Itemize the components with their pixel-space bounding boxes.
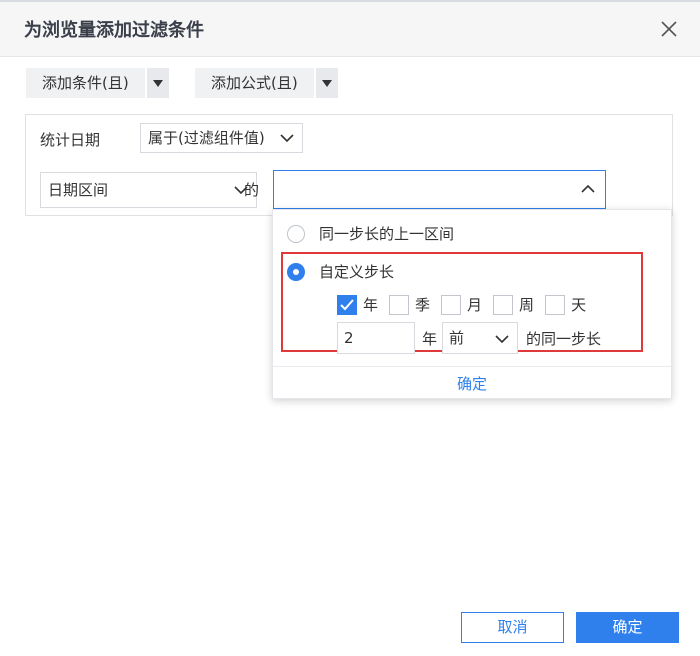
dialog-titlebar: 为浏览量添加过滤条件	[0, 0, 700, 57]
popup-confirm-button[interactable]: 确定	[273, 373, 671, 394]
ok-button[interactable]: 确定	[576, 612, 679, 643]
top-border	[0, 0, 700, 2]
step-suffix-label: 的同一步长	[526, 330, 602, 348]
unit-week[interactable]: 周	[493, 294, 534, 315]
add-condition-button[interactable]: 添加条件(且)	[26, 68, 169, 98]
unit-month[interactable]: 月	[441, 294, 482, 315]
step-value-input[interactable]: 2	[337, 322, 415, 354]
direction-select[interactable]: 前	[442, 322, 518, 354]
cancel-button[interactable]: 取消	[461, 612, 564, 643]
step-unit-checkboxes: 年 季 月 周 天	[337, 294, 597, 315]
unit-week-label: 周	[519, 296, 535, 314]
step-unit-label: 年	[422, 330, 438, 348]
operator-select-value: 属于(过滤组件值)	[148, 129, 265, 147]
dialog-title: 为浏览量添加过滤条件	[24, 20, 204, 41]
checkbox-year[interactable]	[337, 294, 357, 315]
unit-day-label: 天	[571, 296, 587, 314]
chevron-up-icon	[581, 184, 595, 193]
checkbox-week[interactable]	[493, 294, 514, 315]
unit-year[interactable]: 年	[337, 294, 378, 315]
option-previous-interval-label: 同一步长的上一区间	[319, 225, 455, 243]
add-condition-dropdown-icon[interactable]	[145, 68, 169, 98]
checkbox-quarter[interactable]	[389, 294, 410, 315]
range-type-select[interactable]: 日期区间	[40, 172, 257, 208]
unit-month-label: 月	[467, 296, 483, 314]
option-previous-interval[interactable]: 同一步长的上一区间	[287, 223, 454, 244]
chevron-down-icon	[495, 335, 509, 344]
add-formula-dropdown-icon[interactable]	[314, 68, 338, 98]
add-condition-label: 添加条件(且)	[42, 74, 129, 92]
checkbox-day[interactable]	[545, 294, 566, 315]
unit-day[interactable]: 天	[545, 294, 586, 315]
divider	[273, 366, 671, 367]
value-select[interactable]	[273, 170, 606, 209]
filter-dialog: 为浏览量添加过滤条件 添加条件(且) 添加公式(且) 统计日期 属于(过滤组件值…	[0, 0, 700, 656]
connector-label: 的	[244, 181, 260, 199]
radio-previous-interval[interactable]	[287, 224, 305, 243]
add-formula-label: 添加公式(且)	[211, 74, 298, 92]
unit-quarter-label: 季	[415, 296, 431, 314]
range-type-value: 日期区间	[48, 181, 109, 199]
check-icon	[340, 298, 354, 310]
unit-year-label: 年	[363, 296, 379, 314]
condition-panel: 统计日期 属于(过滤组件值) 日期区间 的	[25, 114, 673, 216]
field-label: 统计日期	[40, 131, 101, 149]
option-custom-step-label: 自定义步长	[319, 263, 395, 281]
option-custom-step[interactable]: 自定义步长	[287, 261, 394, 282]
value-dropdown-popup: 同一步长的上一区间 自定义步长 年 季 月 周 天 2 年 前 的同一步长 确定	[272, 209, 672, 399]
radio-custom-step[interactable]	[287, 262, 305, 281]
checkbox-month[interactable]	[441, 294, 462, 315]
chevron-down-icon	[280, 134, 294, 143]
add-formula-button[interactable]: 添加公式(且)	[195, 68, 338, 98]
direction-select-value: 前	[449, 329, 465, 347]
operator-select[interactable]: 属于(过滤组件值)	[140, 123, 303, 153]
close-icon[interactable]	[657, 17, 681, 41]
unit-quarter[interactable]: 季	[389, 294, 430, 315]
